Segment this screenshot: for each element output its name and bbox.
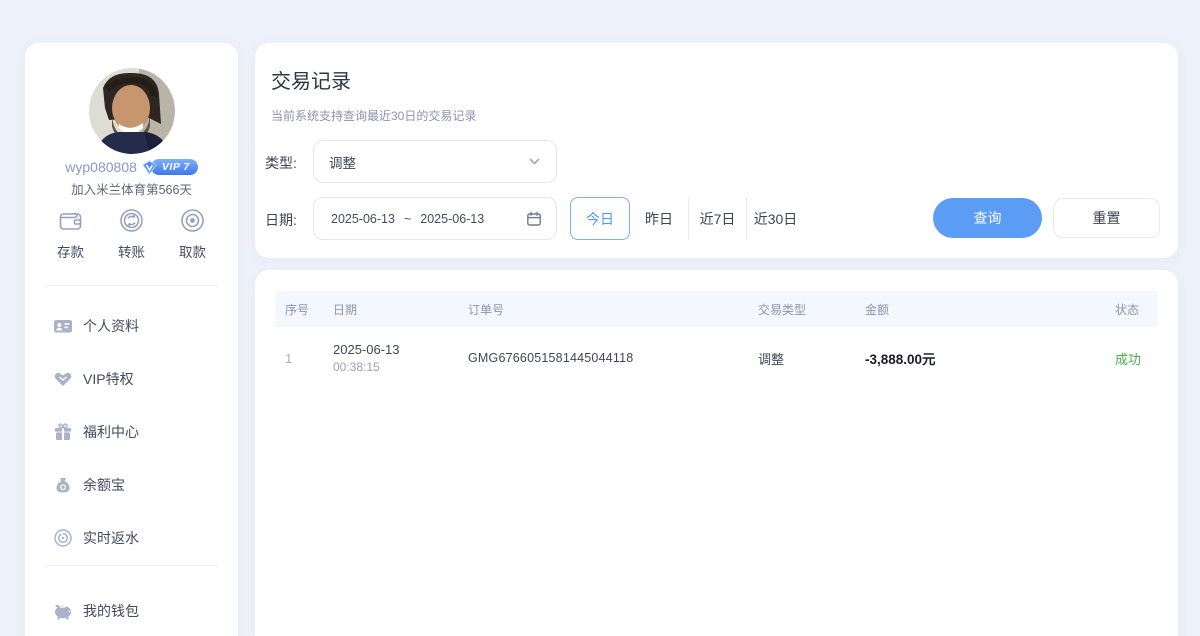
sidebar-divider: [45, 565, 218, 566]
transfer-action[interactable]: 转账: [118, 207, 145, 261]
deposit-label: 存款: [57, 241, 84, 261]
col-header-amount: 金额: [855, 301, 1105, 318]
rebate-icon: [53, 528, 73, 548]
date-label: 日期:: [265, 210, 297, 230]
row-status-badge: 成功: [1105, 349, 1158, 368]
row-transaction-type: 调整: [748, 349, 855, 368]
records-card: 序号 日期 订单号 交易类型 金额 状态 1 2025-06-13 00:38:…: [255, 270, 1178, 636]
query-button[interactable]: 查询: [933, 198, 1042, 238]
transfer-icon: [118, 207, 145, 234]
col-header-type: 交易类型: [748, 301, 855, 318]
vip-level-label: VIP 7: [151, 159, 198, 175]
avatar[interactable]: [89, 68, 175, 154]
sidebar-item-label: 福利中心: [83, 422, 139, 442]
quick-range-7days[interactable]: 近7日: [688, 197, 746, 240]
type-label: 类型:: [265, 153, 297, 173]
filter-card: 交易记录 当前系统支持查询最近30日的交易记录 类型: 调整 日期: 2025-…: [255, 43, 1178, 258]
table-header: 序号 日期 订单号 交易类型 金额 状态: [275, 291, 1158, 327]
sidebar-item-label: 余额宝: [83, 475, 125, 495]
quick-range-today[interactable]: 今日: [570, 197, 630, 240]
row-amount: -3,888.00元: [855, 348, 1105, 368]
sidebar-item-yuebao[interactable]: 余额宝: [25, 458, 238, 511]
sidebar-item-label: 我的钱包: [83, 601, 139, 621]
type-select[interactable]: 调整: [313, 140, 557, 183]
row-date: 2025-06-13 00:38:15: [323, 342, 458, 374]
row-time-value: 00:38:15: [333, 360, 458, 374]
sidebar-item-wallet[interactable]: 我的钱包: [25, 589, 238, 633]
piggy-bank-icon: [53, 601, 73, 621]
sidebar-item-rebate[interactable]: 实时返水: [25, 511, 238, 564]
date-start-value: 2025-06-13: [331, 212, 395, 226]
quick-actions: 存款 转账: [25, 207, 238, 261]
quick-range-30days[interactable]: 近30日: [746, 197, 804, 240]
vip-badge: VIP 7: [141, 159, 198, 175]
vip-heart-icon: [53, 369, 73, 389]
page-subtitle: 当前系统支持查询最近30日的交易记录: [271, 107, 476, 124]
sidebar-item-label: 个人资料: [83, 316, 139, 336]
date-separator: ~: [404, 212, 411, 226]
withdraw-action[interactable]: 取款: [179, 207, 206, 261]
sidebar-item-vip[interactable]: VIP特权: [25, 352, 238, 405]
withdraw-label: 取款: [179, 241, 206, 261]
deposit-wallet-icon: [57, 207, 84, 234]
reset-button[interactable]: 重置: [1053, 198, 1160, 238]
gift-icon: [53, 422, 73, 442]
transfer-label: 转账: [118, 241, 145, 261]
quick-range-group: 今日 昨日 近7日 近30日: [570, 197, 804, 240]
table-row: 1 2025-06-13 00:38:15 GMG676605158144504…: [275, 327, 1158, 389]
deposit-action[interactable]: 存款: [57, 207, 84, 261]
sidebar: wyp080808 VIP 7 加入米兰体育第566天 存款: [25, 43, 238, 636]
id-card-icon: [53, 316, 73, 336]
sidebar-divider: [45, 285, 218, 286]
page-title: 交易记录: [271, 65, 351, 94]
row-index: 1: [275, 351, 323, 366]
col-header-order: 订单号: [458, 301, 748, 318]
quick-range-yesterday[interactable]: 昨日: [630, 197, 688, 240]
sidebar-item-label: VIP特权: [83, 369, 134, 389]
row-order-number: GMG6766051581445044118: [458, 351, 748, 365]
calendar-icon: [526, 211, 542, 227]
money-bag-icon: [53, 475, 73, 495]
avatar-image: [89, 68, 175, 154]
date-range-input[interactable]: 2025-06-13 ~ 2025-06-13: [313, 197, 557, 240]
sidebar-item-label: 实时返水: [83, 528, 139, 548]
type-select-value: 调整: [329, 152, 356, 172]
col-header-date: 日期: [323, 301, 458, 318]
withdraw-icon: [179, 207, 206, 234]
col-header-status: 状态: [1105, 301, 1158, 318]
sidebar-item-welfare[interactable]: 福利中心: [25, 405, 238, 458]
row-date-value: 2025-06-13: [333, 342, 458, 357]
sidebar-item-profile[interactable]: 个人资料: [25, 299, 238, 352]
chevron-down-icon: [528, 155, 541, 168]
join-days-text: 加入米兰体育第566天: [25, 179, 238, 198]
username: wyp080808: [65, 159, 137, 175]
vip-gem-icon: [141, 160, 158, 175]
user-line: wyp080808 VIP 7: [25, 157, 238, 177]
col-header-index: 序号: [275, 301, 323, 318]
date-end-value: 2025-06-13: [420, 212, 484, 226]
sidebar-menu: 个人资料 VIP特权 福利中心: [25, 299, 238, 564]
